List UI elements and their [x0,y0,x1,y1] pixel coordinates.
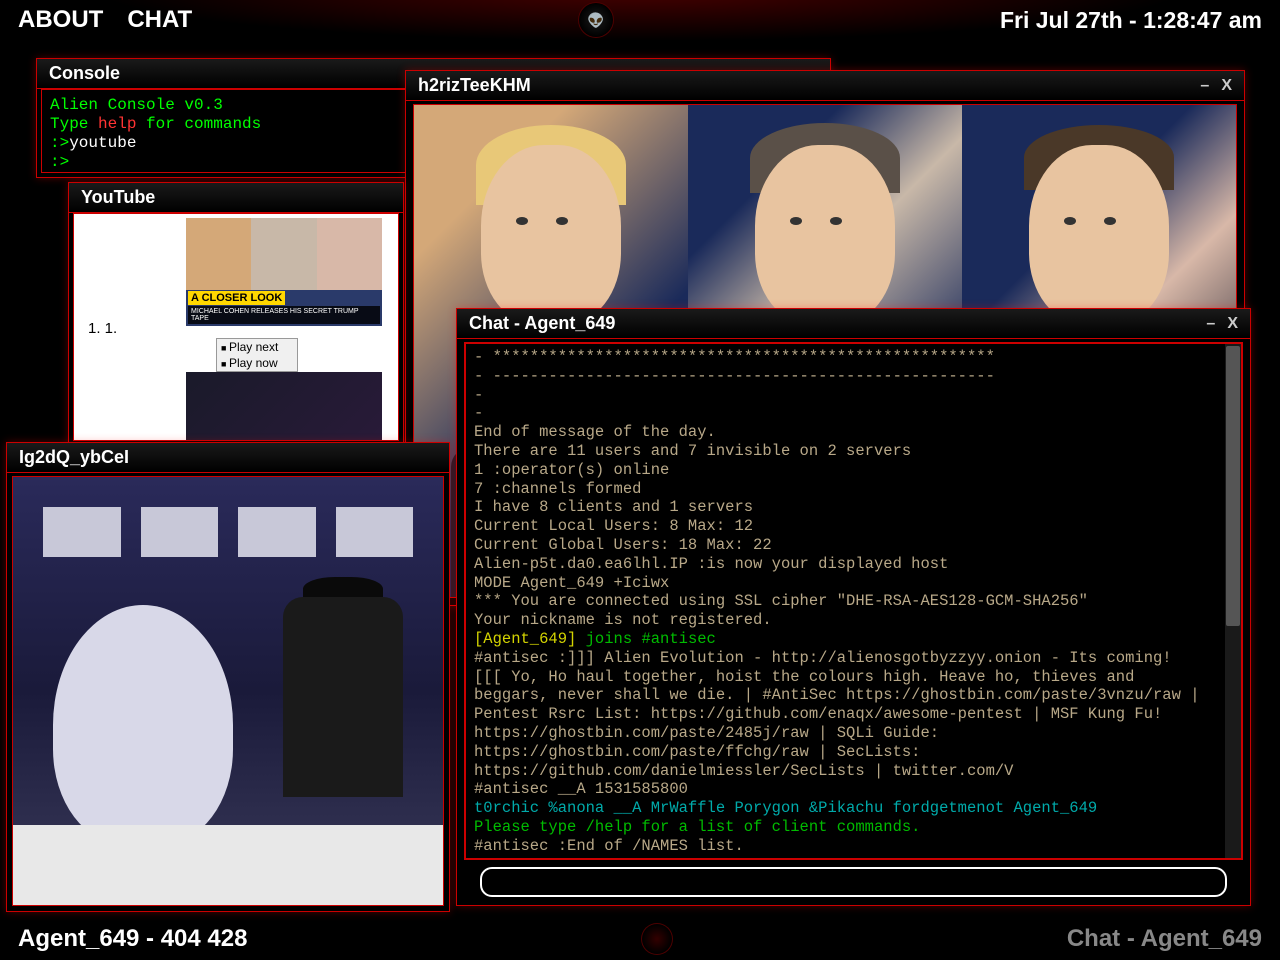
console-line: Alien Console v0.3 [50,96,223,114]
youtube-list-numbers: 1. 1. [88,320,117,337]
console-title: Console [49,63,120,84]
console-line: Type [50,115,98,133]
bottom-logo-icon[interactable] [641,923,673,955]
console-help: help [98,115,136,133]
person-figure [283,597,403,797]
minimize-icon[interactable]: – [1200,77,1209,95]
chat-help-line: Please type /help for a list of client c… [474,818,1217,837]
chat-join-text: joins #antisec [576,630,716,648]
chat-titlebar[interactable]: Chat - Agent_649 – X [457,309,1250,339]
close-icon[interactable]: X [1221,77,1232,95]
youtube-context-menu: Play next Play now [216,338,298,372]
thumbnail-caption: MICHAEL COHEN RELEASES HIS SECRET TRUMP … [188,306,380,324]
video-title: h2rizTeeKHM [418,75,531,96]
chat-line: #antisec :]]] Alien Evolution - http://a… [474,649,1217,668]
chat-line: - [474,404,1217,423]
chat-line: Current Global Users: 18 Max: 22 [474,536,1217,555]
chat-line: 7 :channels formed [474,480,1217,499]
console-line: for commands [136,115,261,133]
chat-line: End of message of the day. [474,423,1217,442]
minimize-icon[interactable]: – [1206,315,1215,333]
chat-names-line: t0rchic %anona __A MrWaffle Porygon &Pik… [474,799,1217,818]
chat-link[interactable]: CHAT [127,6,192,34]
chat-line: #antisec __A 1531585800 [474,780,1217,799]
video-titlebar[interactable]: h2rizTeeKHM – X [406,71,1244,101]
desk [13,825,443,905]
chat-input[interactable] [482,869,1225,895]
youtube-window[interactable]: YouTube 1. 1. A CLOSER LOOK MICHAEL COHE… [68,182,404,446]
youtube-body[interactable]: 1. 1. A CLOSER LOOK MICHAEL COHEN RELEAS… [73,213,399,441]
top-bar: ABOUT CHAT 👽 Fri Jul 27th - 1:28:47 am [0,0,1280,40]
chat-line: #antisec :End of /NAMES list. [474,837,1217,856]
chat-line: - [474,386,1217,405]
chat-line: There are 11 users and 7 invisible on 2 … [474,442,1217,461]
youtube-thumbnail-2[interactable] [186,372,382,441]
console-prompt: :> [50,134,69,152]
small-video-title: Ig2dQ_ybCeI [19,447,129,468]
bottom-bar: Agent_649 - 404 428 Chat - Agent_649 [0,918,1280,960]
chat-join-nick: [Agent_649] [474,630,576,648]
small-video-body[interactable] [12,476,444,906]
status-left: Agent_649 - 404 428 [18,925,247,953]
console-prompt[interactable]: :> [50,153,69,171]
chat-window[interactable]: Chat - Agent_649 – X - *****************… [456,308,1251,906]
chat-line: *** You are connected using SSL cipher "… [474,592,1217,611]
chat-scrollbar[interactable] [1225,344,1241,858]
play-now-item[interactable]: Play now [217,355,297,371]
scrollbar-thumb[interactable] [1226,346,1240,626]
chat-line: [[[ Yo, Ho haul together, hoist the colo… [474,668,1217,781]
puppet-figure [53,605,233,845]
play-next-item[interactable]: Play next [217,339,297,355]
chat-body: - **************************************… [464,342,1243,860]
small-video-titlebar[interactable]: Ig2dQ_ybCeI [7,443,449,473]
chat-line: MODE Agent_649 +Iciwx [474,574,1217,593]
chat-input-wrap[interactable] [480,867,1227,897]
clock: Fri Jul 27th - 1:28:47 am [1000,7,1262,34]
alien-logo-icon[interactable]: 👽 [578,2,614,38]
chat-log[interactable]: - **************************************… [466,344,1225,858]
close-icon[interactable]: X [1227,315,1238,333]
chat-title: Chat - Agent_649 [469,313,615,334]
chat-line: - **************************************… [474,348,1217,367]
chat-line: I have 8 clients and 1 servers [474,498,1217,517]
about-link[interactable]: ABOUT [18,6,103,34]
stage-panels [13,507,443,557]
chat-line: Current Local Users: 8 Max: 12 [474,517,1217,536]
thumbnail-badge: A CLOSER LOOK [188,291,285,305]
youtube-titlebar[interactable]: YouTube [69,183,403,213]
youtube-title: YouTube [81,187,155,208]
chat-line: Alien-p5t.da0.ea6lhl.IP :is now your dis… [474,555,1217,574]
chat-line: [Agent_649] joins #antisec [474,630,1217,649]
status-right[interactable]: Chat - Agent_649 [1067,925,1262,953]
chat-line: Your nickname is not registered. [474,611,1217,630]
youtube-thumbnail-1[interactable]: A CLOSER LOOK MICHAEL COHEN RELEASES HIS… [186,218,382,326]
console-cmd: youtube [69,134,136,152]
chat-line: 1 :operator(s) online [474,461,1217,480]
chat-line: - --------------------------------------… [474,367,1217,386]
small-video-window[interactable]: Ig2dQ_ybCeI [6,442,450,912]
